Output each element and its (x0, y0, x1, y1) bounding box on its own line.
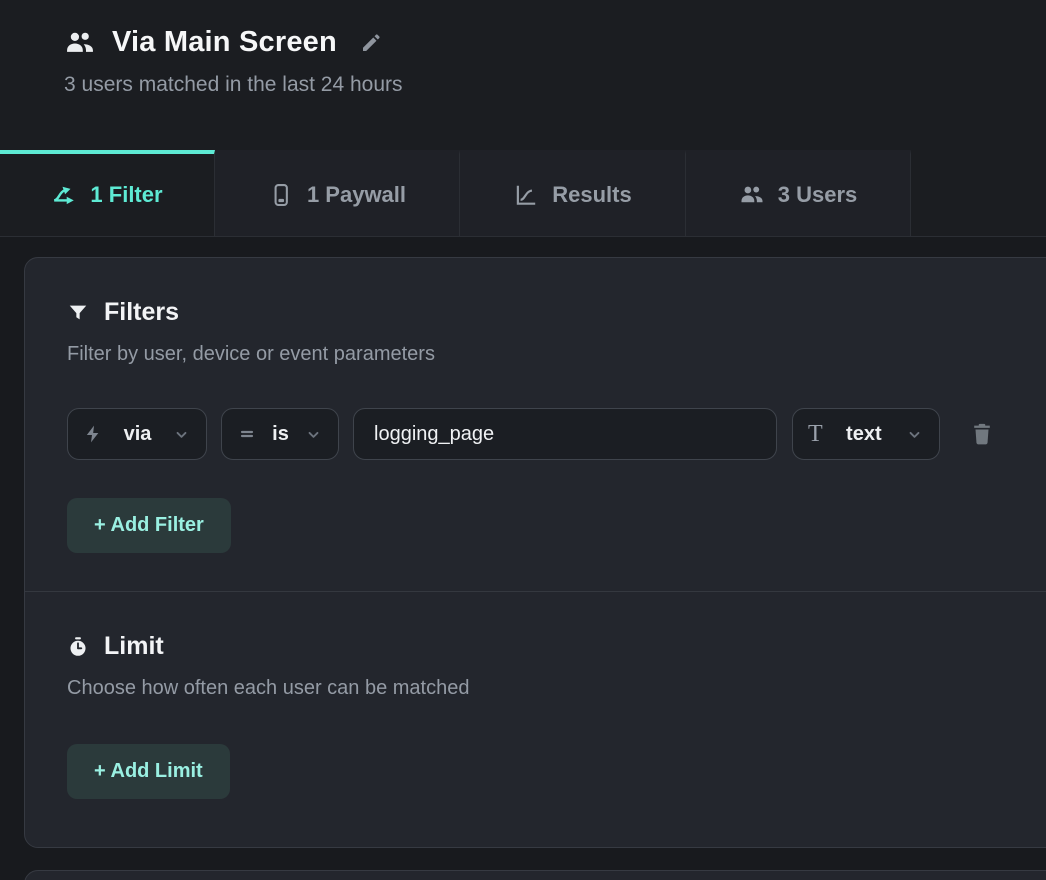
tab-bar-filler (911, 150, 1046, 236)
filter-property-value: via (124, 423, 152, 446)
limit-heading: Limit (67, 632, 1046, 661)
chevron-down-icon (172, 425, 191, 444)
trash-icon (969, 421, 995, 447)
tab-results[interactable]: Results (460, 150, 686, 236)
title-row: Via Main Screen (64, 26, 1046, 59)
limit-subtitle: Choose how often each user can be matche… (67, 677, 1046, 700)
limit-section: Limit Choose how often each user can be … (25, 592, 1046, 837)
tab-bar: 1 Filter 1 Paywall Results 3 Users (0, 150, 1046, 237)
chevron-down-icon (304, 425, 323, 444)
filter-operator-value: is (272, 423, 289, 446)
tab-filter-label: 1 Filter (90, 182, 162, 208)
filter-split-arrow-icon (51, 182, 77, 208)
filters-section: Filters Filter by user, device or event … (25, 258, 1046, 591)
add-limit-button[interactable]: + Add Limit (67, 744, 230, 799)
equals-icon (237, 424, 257, 444)
phone-icon (268, 182, 294, 208)
filter-row: via is T text (67, 408, 1046, 460)
lightning-icon (83, 424, 103, 444)
tab-users[interactable]: 3 Users (686, 150, 911, 236)
delete-filter-button[interactable] (969, 421, 995, 447)
chart-curve-icon (513, 182, 539, 208)
add-filter-button[interactable]: + Add Filter (67, 498, 231, 553)
page-title: Via Main Screen (112, 26, 337, 59)
chevron-down-icon (905, 425, 924, 444)
tab-results-label: Results (552, 182, 631, 208)
filter-settings-card: Filters Filter by user, device or event … (24, 257, 1046, 848)
filters-title: Filters (104, 298, 179, 327)
users-icon (64, 27, 96, 59)
filters-subtitle: Filter by user, device or event paramete… (67, 343, 1046, 366)
edit-pencil-icon[interactable] (359, 31, 383, 55)
users-icon (739, 182, 765, 208)
funnel-icon (67, 302, 89, 324)
limit-title: Limit (104, 632, 164, 661)
filter-type-dropdown[interactable]: T text (792, 408, 940, 460)
filter-property-dropdown[interactable]: via (67, 408, 207, 460)
main-content: Filters Filter by user, device or event … (0, 237, 1046, 880)
tab-filter[interactable]: 1 Filter (0, 150, 215, 236)
text-T-icon: T (808, 422, 823, 446)
filter-value-input[interactable] (353, 408, 777, 460)
matched-users-summary: 3 users matched in the last 24 hours (64, 73, 1046, 97)
filter-type-value: text (846, 423, 882, 446)
filters-heading: Filters (67, 298, 1046, 327)
tab-paywall[interactable]: 1 Paywall (215, 150, 460, 236)
filter-operator-dropdown[interactable]: is (221, 408, 339, 460)
tab-paywall-label: 1 Paywall (307, 182, 406, 208)
stopwatch-icon (67, 636, 89, 658)
tab-users-label: 3 Users (778, 182, 858, 208)
audience-header: Via Main Screen 3 users matched in the l… (0, 0, 1046, 150)
next-settings-card (24, 870, 1046, 880)
